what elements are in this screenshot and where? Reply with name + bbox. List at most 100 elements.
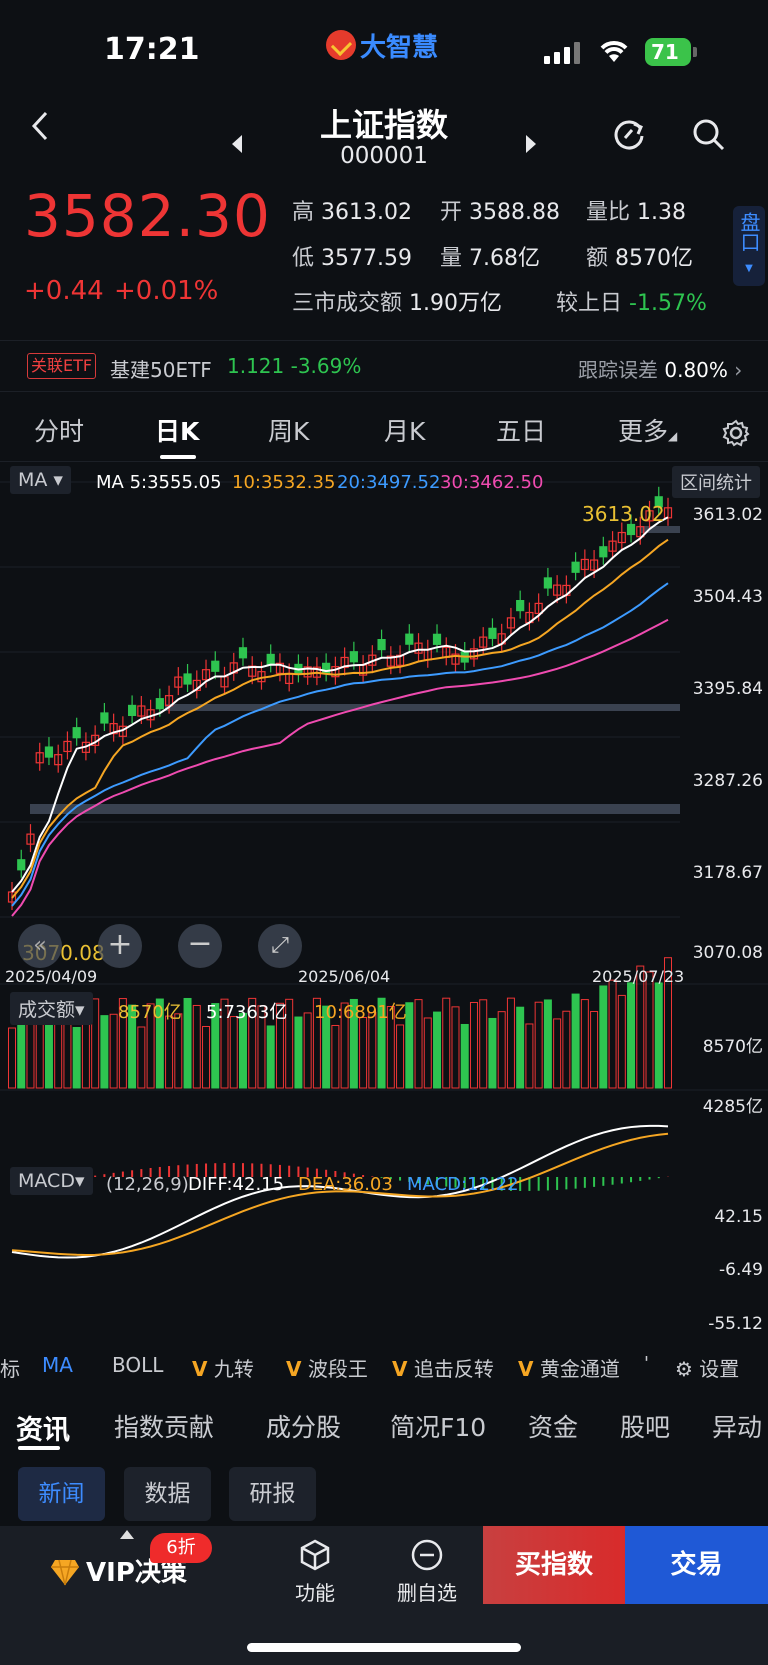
section-alerts[interactable]: 异动: [712, 1408, 762, 1444]
pill-data[interactable]: 数据: [124, 1467, 211, 1521]
price-axis-label: 3287.26: [692, 771, 763, 791]
volume-axis-label: 8570亿: [702, 1037, 763, 1057]
ma10-legend: 10:3532.35: [232, 472, 336, 493]
volume-bar: [433, 1011, 442, 1089]
zoom-out-icon[interactable]: −: [178, 924, 222, 968]
section-constituents[interactable]: 成分股: [266, 1408, 341, 1444]
date-label: 2025/04/09: [5, 967, 98, 986]
volume-bar: [192, 1004, 201, 1089]
trade-button[interactable]: 交易: [625, 1526, 768, 1604]
indicator-boduanwang[interactable]: V 波段王: [286, 1353, 368, 1382]
volume-bar: [562, 1010, 571, 1089]
search-icon[interactable]: [692, 118, 726, 160]
volume-bar: [72, 1026, 81, 1089]
range-stats-button[interactable]: 区间统计: [672, 466, 760, 498]
active-tab-indicator: [160, 455, 196, 459]
refresh-icon[interactable]: [612, 118, 646, 160]
buy-index-button[interactable]: 买指数: [483, 1526, 625, 1604]
volume-bar: [137, 1026, 146, 1089]
price-axis-label: 3395.84: [692, 679, 763, 699]
volume-bar: [294, 1016, 303, 1089]
tab-weekly-k[interactable]: 周K: [268, 412, 309, 448]
status-bar: 17:21 大智慧 71: [0, 0, 768, 100]
high-marker-label: 3613.02: [582, 502, 665, 526]
volume-bar: [608, 979, 617, 1089]
volume-bar: [109, 1013, 118, 1089]
support-band: [30, 804, 680, 814]
volume-stat: 量 7.68亿: [440, 246, 541, 271]
volume-bar: [266, 1025, 275, 1089]
ma-indicator-select[interactable]: MA ▾: [10, 466, 71, 494]
expand-arrow-icon[interactable]: [120, 1530, 134, 1539]
indicator-gold-channel[interactable]: V 黄金通道: [518, 1353, 620, 1382]
low-stat: 低 3577.59: [292, 246, 412, 271]
candle-body: [17, 859, 26, 871]
candle-body: [516, 599, 525, 612]
kline-svg: [0, 481, 768, 1259]
macd-indicator-select[interactable]: MACD▾: [10, 1167, 93, 1195]
section-funds[interactable]: 资金: [528, 1408, 578, 1444]
zoom-in-icon[interactable]: +: [98, 924, 142, 968]
price-axis-label: 3504.43: [692, 587, 763, 607]
cellular-signal-icon: [544, 40, 580, 64]
active-section-indicator: [18, 1446, 60, 1450]
section-f10[interactable]: 简况F10: [390, 1408, 486, 1444]
section-forum[interactable]: 股吧: [620, 1408, 670, 1444]
volume-bar: [303, 1012, 312, 1089]
macd-params: (12,26,9): [106, 1174, 189, 1195]
next-stock-icon[interactable]: [524, 124, 538, 162]
indicator-zhuiji[interactable]: V 追击反转: [392, 1353, 494, 1382]
ma20-legend: 20:3497.52: [337, 472, 441, 493]
logo-text: 大智慧: [360, 32, 439, 63]
tab-five-day[interactable]: 五日: [496, 412, 546, 448]
volume-bar: [553, 1018, 562, 1089]
pill-research[interactable]: 研报: [229, 1467, 316, 1521]
volume-now: 8570亿: [118, 1002, 182, 1023]
volume-bar: [100, 1015, 109, 1089]
ma5-legend: MA 5:3555.05: [96, 472, 222, 493]
high-stat: 高 3613.02: [292, 200, 412, 225]
indicator-jiuzhuan[interactable]: V 九转: [192, 1353, 254, 1382]
related-etf-row[interactable]: 关联ETF 基建50ETF 1.121 -3.69% 跟踪误差 0.80% ›: [0, 340, 768, 392]
volume-indicator-select[interactable]: 成交额▾: [10, 992, 93, 1025]
app-logo: 大智慧: [326, 26, 438, 64]
tab-more[interactable]: 更多◢: [618, 412, 677, 448]
tab-daily-k[interactable]: 日K: [155, 412, 199, 448]
vip-diamond-icon: [51, 1559, 79, 1586]
discount-badge: 6折: [150, 1533, 212, 1563]
indicator-boll[interactable]: BOLL: [112, 1353, 163, 1377]
pill-news[interactable]: 新闻: [18, 1467, 105, 1521]
candle-body: [543, 577, 552, 589]
home-indicator: [247, 1643, 521, 1652]
candle-body: [432, 633, 442, 645]
remove-watchlist-button[interactable]: 删自选: [394, 1538, 460, 1606]
indicator-item[interactable]: 标: [0, 1353, 20, 1382]
function-button[interactable]: 功能: [290, 1538, 340, 1606]
fullscreen-icon[interactable]: ⤢: [258, 924, 302, 968]
volume-bar: [525, 1023, 534, 1089]
indicator-ma[interactable]: MA: [42, 1353, 73, 1377]
chart-settings-icon[interactable]: [722, 419, 750, 454]
tracking-error: 跟踪误差 0.80% ›: [578, 358, 743, 382]
vs-previous-day-stat: 较上日 -1.57%: [556, 291, 707, 316]
volume-bar: [580, 999, 589, 1089]
remove-watchlist-label: 删自选: [397, 1581, 457, 1605]
volume-bar: [414, 999, 423, 1089]
tab-monthly-k[interactable]: 月K: [384, 412, 425, 448]
function-label: 功能: [295, 1581, 335, 1605]
volume-bar: [44, 1014, 53, 1089]
volume-bar: [183, 997, 192, 1089]
clock: 17:21: [104, 32, 200, 67]
indicator-settings[interactable]: ⚙ 设置: [675, 1353, 739, 1382]
candle-body: [405, 633, 414, 645]
order-book-toggle[interactable]: 盘口 ▼: [733, 206, 765, 286]
volume-bar: [488, 1017, 497, 1089]
tab-intraday[interactable]: 分时: [34, 412, 84, 448]
volume-bar: [479, 999, 488, 1089]
section-contribution[interactable]: 指数贡献: [114, 1408, 214, 1444]
scroll-left-icon[interactable]: «: [18, 924, 62, 968]
volume-bar: [331, 1024, 340, 1089]
kline-chart-area[interactable]: [0, 462, 768, 1342]
period-tabs: 分时 日K 周K 月K 五日 更多◢: [0, 400, 768, 462]
section-news[interactable]: 资讯: [16, 1408, 70, 1447]
